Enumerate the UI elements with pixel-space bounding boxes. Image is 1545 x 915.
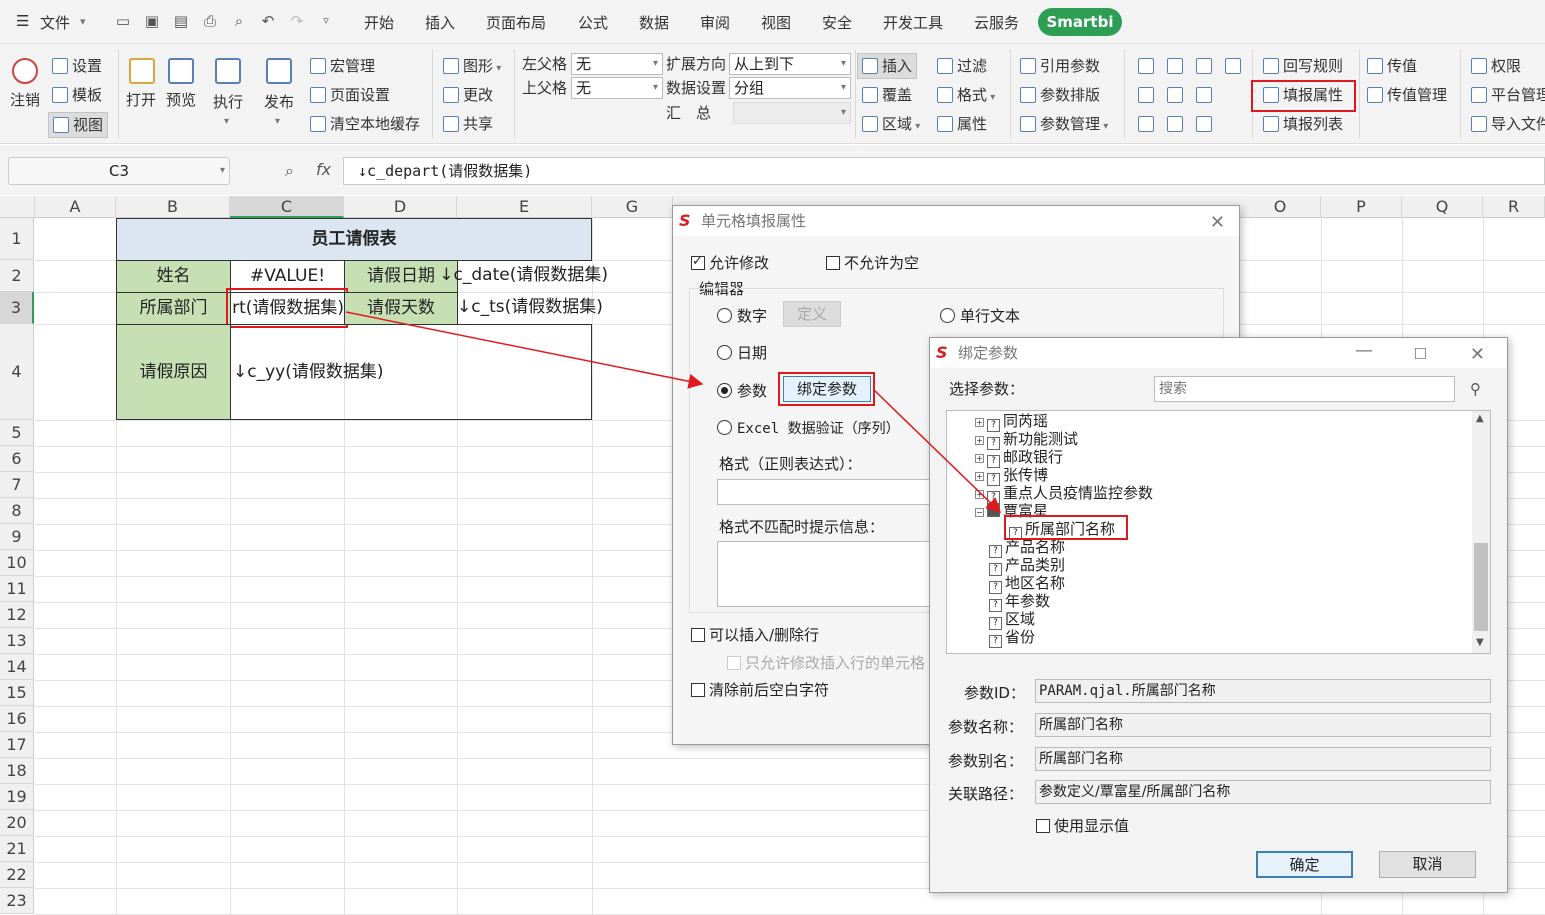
- arrow-cell-to-param: [345, 311, 704, 389]
- annotation-arrows: [345, 311, 1002, 514]
- arrow-bind-to-tree: [873, 389, 1002, 514]
